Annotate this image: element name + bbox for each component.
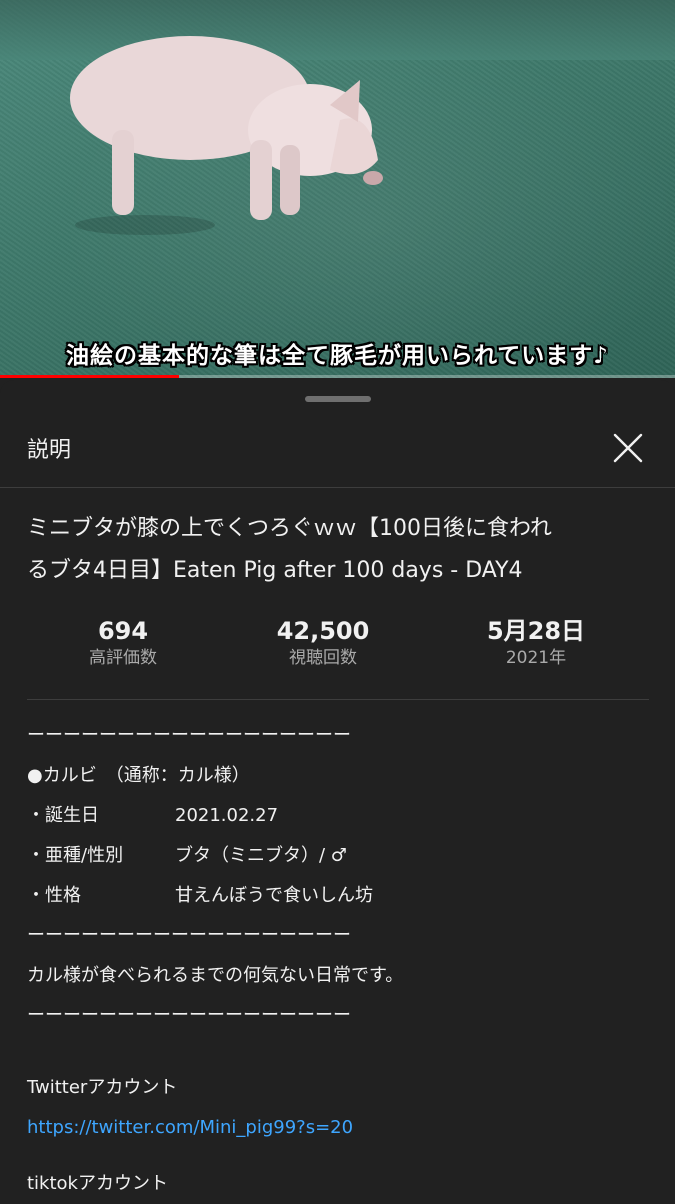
video-title: ミニブタが膝の上でくつろぐｗｗ【100日後に食われ るブタ4日目】Eaten P… xyxy=(27,508,652,592)
stat-views: 42,500 視聴回数 xyxy=(233,616,413,670)
video-frame-pig xyxy=(70,36,383,235)
video-progress-bar[interactable] xyxy=(0,375,675,378)
likes-label: 高評価数 xyxy=(89,648,157,668)
personality-label: ・性格 xyxy=(27,885,81,906)
views-count: 42,500 xyxy=(276,617,370,645)
birthday-label: ・誕生日 xyxy=(27,805,99,826)
close-button[interactable] xyxy=(604,426,652,470)
birthday-value: 2021.02.27 xyxy=(175,805,279,826)
upload-date: 5月28日 xyxy=(486,617,586,645)
video-title-line-1: ミニブタが膝の上でくつろぐｗｗ【100日後に食われ xyxy=(27,516,552,541)
species-label: ・亜種/性別 xyxy=(27,845,124,866)
separator-line: ーーーーーーーーーーーーーーーーーー xyxy=(27,925,351,946)
separator-line: ーーーーーーーーーーーーーーーーーー xyxy=(27,1005,351,1026)
video-progress-fill xyxy=(0,375,179,378)
video-stats: 694 高評価数 42,500 視聴回数 5月28日 2021年 xyxy=(0,616,675,676)
video-subtitle: 油絵の基本的な筆は全て豚毛が用いられています♪ xyxy=(66,343,609,369)
personality-value: 甘えんぼうで食いしん坊 xyxy=(175,885,373,906)
panel-title: 説明 xyxy=(27,438,72,463)
stat-date: 5月28日 2021年 xyxy=(446,616,626,670)
tiktok-label: tiktokアカウント xyxy=(27,1173,168,1194)
personality-line: ・性格 甘えんぼうで食いしん坊 xyxy=(27,876,652,916)
pet-name-line: ●カルビ （通称：カル様） xyxy=(27,765,250,786)
birthday-line: ・誕生日 2021.02.27 xyxy=(27,796,652,836)
close-icon xyxy=(613,433,643,463)
tagline: カル様が食べられるまでの何気ない日常です。 xyxy=(27,965,404,986)
drag-handle[interactable] xyxy=(305,396,371,402)
stats-divider xyxy=(27,699,649,700)
separator-line: ーーーーーーーーーーーーーーーーーー xyxy=(27,725,351,746)
likes-count: 694 xyxy=(97,617,149,645)
upload-year: 2021年 xyxy=(505,648,567,668)
description-panel: 説明 ミニブタが膝の上でくつろぐｗｗ【100日後に食われ るブタ4日目】Eate… xyxy=(0,380,675,1200)
stat-likes: 694 高評価数 xyxy=(33,616,213,670)
video-player[interactable]: 油絵の基本的な筆は全て豚毛が用いられています♪ xyxy=(0,0,675,378)
description-text: ーーーーーーーーーーーーーーーーーー ●カルビ （通称：カル様） ・誕生日 20… xyxy=(27,716,652,1204)
views-label: 視聴回数 xyxy=(289,648,357,668)
species-value: ブタ（ミニブタ）/ ♂ xyxy=(175,845,347,866)
twitter-link[interactable]: https://twitter.com/Mini_pig99?s=20 xyxy=(27,1108,652,1148)
species-line: ・亜種/性別 ブタ（ミニブタ）/ ♂ xyxy=(27,836,652,876)
header-divider xyxy=(0,487,675,488)
twitter-label: Twitterアカウント xyxy=(27,1077,178,1098)
video-title-line-2: るブタ4日目】Eaten Pig after 100 days - DAY4 xyxy=(27,558,523,583)
